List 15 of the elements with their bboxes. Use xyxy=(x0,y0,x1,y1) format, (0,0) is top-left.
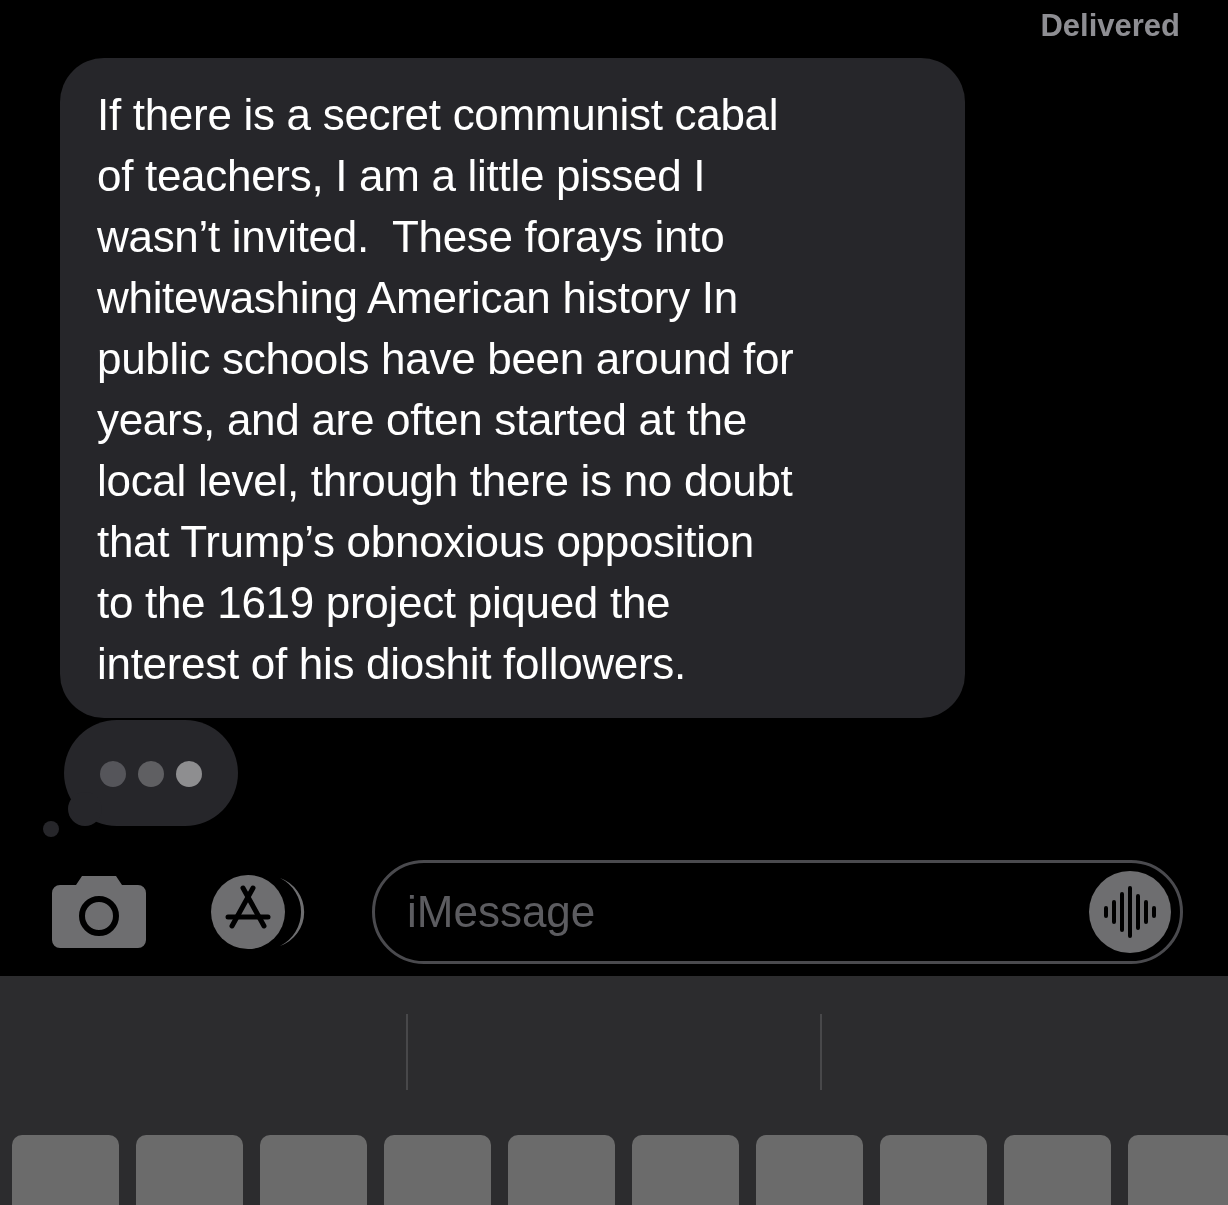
camera-icon[interactable] xyxy=(52,876,146,948)
keyboard-key[interactable] xyxy=(136,1135,243,1205)
delivered-status: Delivered xyxy=(1040,8,1180,44)
keyboard-key[interactable] xyxy=(632,1135,739,1205)
keyboard-key[interactable] xyxy=(756,1135,863,1205)
keyboard-key[interactable] xyxy=(1004,1135,1111,1205)
keyboard-key[interactable] xyxy=(12,1135,119,1205)
keyboard-key[interactable] xyxy=(508,1135,615,1205)
keyboard-key[interactable] xyxy=(260,1135,367,1205)
keyboard-key[interactable] xyxy=(1128,1135,1228,1205)
keyboard-key[interactable] xyxy=(384,1135,491,1205)
message-bubble: If there is a secret communist cabal of teachers, I am a little pissed I wasn’t invited. These forays into whitewashing American history In public schools have been around for years, and are often started at the local level, through there is no doubt that Trump’s obnoxious opposition to the 1619 project piqued the interest of his dioshit followers. xyxy=(60,58,965,718)
message-input-field[interactable]: iMessage xyxy=(372,860,1183,964)
keyboard-key[interactable] xyxy=(880,1135,987,1205)
voice-wave-icon[interactable] xyxy=(1088,870,1172,954)
